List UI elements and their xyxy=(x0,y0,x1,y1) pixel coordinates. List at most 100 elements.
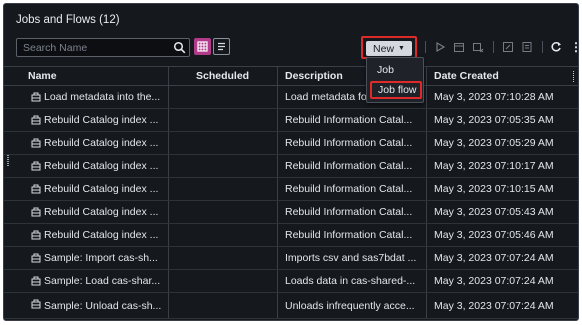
job-icon xyxy=(31,138,41,148)
row-date-created: May 3, 2023 07:10:28 AM xyxy=(434,91,554,103)
search-icon[interactable] xyxy=(173,41,186,54)
column-divider xyxy=(168,132,169,154)
row-name: Rebuild Catalog index ... xyxy=(44,206,159,218)
column-divider[interactable] xyxy=(277,67,278,85)
row-date-created: May 3, 2023 07:05:46 AM xyxy=(434,229,554,241)
table-row[interactable]: Rebuild Catalog index ... Rebuild Inform… xyxy=(4,201,578,224)
column-divider xyxy=(168,247,169,269)
column-divider xyxy=(426,247,427,269)
row-name: Rebuild Catalog index ... xyxy=(44,160,159,172)
delete-schedule-icon[interactable] xyxy=(472,41,484,53)
row-name: Rebuild Catalog index ... xyxy=(44,183,159,195)
more-icon[interactable]: ⋮ xyxy=(570,40,578,54)
row-name: Rebuild Catalog index ... xyxy=(44,229,159,241)
table-header: Name Scheduled Description Date Created xyxy=(4,66,578,86)
column-divider xyxy=(426,132,427,154)
column-divider[interactable] xyxy=(426,67,427,85)
table-row[interactable]: Rebuild Catalog index ... Rebuild Inform… xyxy=(4,224,578,247)
job-icon xyxy=(31,276,41,286)
run-icon[interactable] xyxy=(434,41,446,53)
grid-view-button[interactable] xyxy=(194,38,211,55)
column-divider xyxy=(168,270,169,292)
row-name: Sample: Unload cas-sh... xyxy=(44,299,162,312)
new-button[interactable]: New ▼ xyxy=(366,41,412,56)
column-header-name[interactable]: Name xyxy=(28,67,168,85)
row-description: Rebuild Information Catal... xyxy=(285,229,413,241)
toolbar: New ▼ ⋮ xyxy=(4,32,578,62)
job-icon xyxy=(31,299,41,309)
table-row[interactable]: Rebuild Catalog index ... Rebuild Inform… xyxy=(4,178,578,201)
column-divider xyxy=(277,224,278,246)
row-scheduled xyxy=(196,109,276,131)
row-description: Rebuild Information Catal... xyxy=(285,206,413,218)
row-date-created: May 3, 2023 07:07:24 AM xyxy=(434,275,554,287)
table-row[interactable]: Sample: Import cas-sh... Imports csv and… xyxy=(4,247,578,270)
jobs-and-flows-panel: Jobs and Flows (12) New xyxy=(3,3,579,321)
row-date-created: May 3, 2023 07:05:29 AM xyxy=(434,137,554,149)
table-row[interactable]: Sample: Load cas-shar... Loads data in c… xyxy=(4,270,578,293)
table-row[interactable]: Rebuild Catalog index ... Rebuild Inform… xyxy=(4,132,578,155)
list-view-icon xyxy=(218,42,225,51)
toolbar-divider xyxy=(425,41,426,53)
column-divider xyxy=(277,155,278,177)
column-divider xyxy=(426,201,427,223)
row-description: Rebuild Information Catal... xyxy=(285,160,413,172)
column-divider xyxy=(426,178,427,200)
job-icon xyxy=(31,115,41,125)
row-date-created: May 3, 2023 07:07:24 AM xyxy=(434,299,554,312)
column-divider xyxy=(277,132,278,154)
row-date-created: May 3, 2023 07:10:15 AM xyxy=(434,183,554,195)
chevron-down-icon: ▼ xyxy=(398,45,405,52)
row-date-created: May 3, 2023 07:05:43 AM xyxy=(434,206,554,218)
new-button-label: New xyxy=(373,42,395,55)
search-input[interactable] xyxy=(16,38,190,57)
column-divider xyxy=(277,247,278,269)
row-scheduled xyxy=(196,224,276,246)
properties-icon[interactable] xyxy=(521,41,533,53)
row-description: Imports csv and sas7bdat ... xyxy=(285,252,417,264)
row-scheduled xyxy=(196,178,276,200)
panel-title: Jobs and Flows (12) xyxy=(16,14,120,26)
table-row[interactable]: Rebuild Catalog index ... Rebuild Inform… xyxy=(4,109,578,132)
row-scheduled xyxy=(196,201,276,223)
column-options-icon[interactable] xyxy=(573,71,576,82)
column-divider[interactable] xyxy=(168,67,169,85)
row-name: Rebuild Catalog index ... xyxy=(44,137,159,149)
job-icon xyxy=(31,230,41,240)
menu-item-job-flow[interactable]: Job flow xyxy=(370,81,422,99)
column-divider xyxy=(168,224,169,246)
table-row[interactable]: Load metadata into the... Load metadata … xyxy=(4,86,578,109)
edit-icon[interactable] xyxy=(502,41,514,53)
row-description: Rebuild Information Catal... xyxy=(285,137,413,149)
column-divider xyxy=(168,178,169,200)
row-scheduled xyxy=(196,247,276,269)
column-divider xyxy=(168,201,169,223)
job-icon xyxy=(31,253,41,263)
job-icon xyxy=(31,92,41,102)
row-date-created: May 3, 2023 07:05:35 AM xyxy=(434,114,554,126)
new-dropdown-menu: Job Job flow xyxy=(366,57,424,103)
toolbar-divider xyxy=(493,41,494,53)
column-divider xyxy=(277,178,278,200)
schedule-icon[interactable] xyxy=(453,41,465,53)
column-header-scheduled[interactable]: Scheduled xyxy=(196,67,276,85)
column-divider xyxy=(277,86,278,108)
column-divider xyxy=(277,201,278,223)
table-row[interactable]: Sample: Unload cas-sh... Unloads infrequ… xyxy=(4,293,578,319)
menu-item-job[interactable]: Job xyxy=(370,61,422,79)
row-name: Load metadata into the... xyxy=(44,91,161,103)
column-divider xyxy=(426,86,427,108)
row-date-created: May 3, 2023 07:07:24 AM xyxy=(434,252,554,264)
row-name: Rebuild Catalog index ... xyxy=(44,114,159,126)
column-divider xyxy=(168,86,169,108)
grid-view-icon xyxy=(197,41,208,52)
column-divider xyxy=(168,293,169,318)
column-divider xyxy=(168,109,169,131)
refresh-icon[interactable] xyxy=(550,41,562,53)
column-header-date-created[interactable]: Date Created xyxy=(434,67,574,85)
table-row[interactable]: Rebuild Catalog index ... Rebuild Inform… xyxy=(4,155,578,178)
row-scheduled xyxy=(196,86,276,108)
column-divider xyxy=(426,293,427,318)
column-divider xyxy=(277,270,278,292)
list-view-button[interactable] xyxy=(213,38,230,55)
